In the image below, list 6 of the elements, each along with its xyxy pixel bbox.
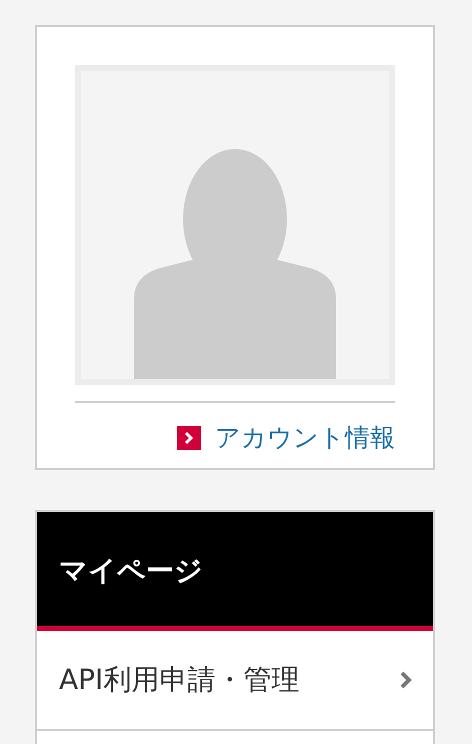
chevron-right-icon [177, 426, 201, 450]
account-info-link[interactable]: アカウント情報 [215, 421, 395, 454]
menu-item[interactable]: API利用申請・管理 [37, 631, 433, 731]
mypage-title: マイページ [59, 553, 204, 589]
person-silhouette-icon [134, 149, 336, 379]
chevron-right-icon [399, 670, 413, 690]
